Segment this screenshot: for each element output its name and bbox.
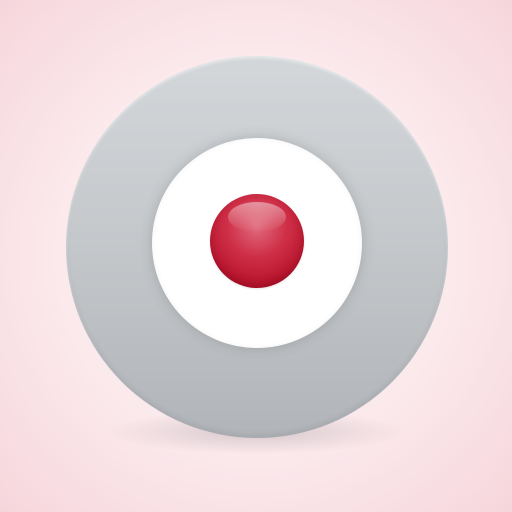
red-center-dot [210,194,304,288]
